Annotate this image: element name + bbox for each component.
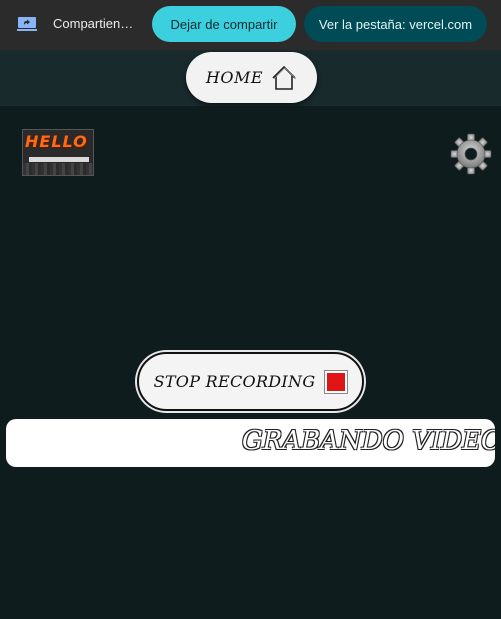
home-button[interactable]: HOME xyxy=(186,52,317,103)
recording-banner-text: GRABANDO VIDEO CON xyxy=(242,426,495,456)
screen-share-bar: Compartien… Dejar de compartir Ver la pe… xyxy=(0,0,501,50)
house-icon xyxy=(272,65,297,90)
share-status-text: Compartien… xyxy=(53,16,134,31)
thumbnail-title: HELLO xyxy=(25,132,88,151)
thumbnail-texture xyxy=(23,163,93,175)
top-nav: HOME xyxy=(0,50,501,106)
stop-recording-label: STOP RECORDING xyxy=(153,372,316,391)
home-label: HOME xyxy=(205,68,264,87)
stop-recording-button[interactable]: STOP RECORDING xyxy=(137,352,364,411)
gear-icon[interactable] xyxy=(450,133,492,175)
view-tab-button[interactable]: Ver la pestaña: vercel.com xyxy=(304,6,487,42)
thumbnail-bar xyxy=(29,157,89,162)
recording-banner: GRABANDO VIDEO CON xyxy=(6,419,495,467)
red-square-icon xyxy=(325,370,348,393)
screen-share-icon xyxy=(17,17,37,31)
video-thumbnail[interactable]: HELLO xyxy=(22,129,94,176)
stop-sharing-button[interactable]: Dejar de compartir xyxy=(152,6,296,42)
